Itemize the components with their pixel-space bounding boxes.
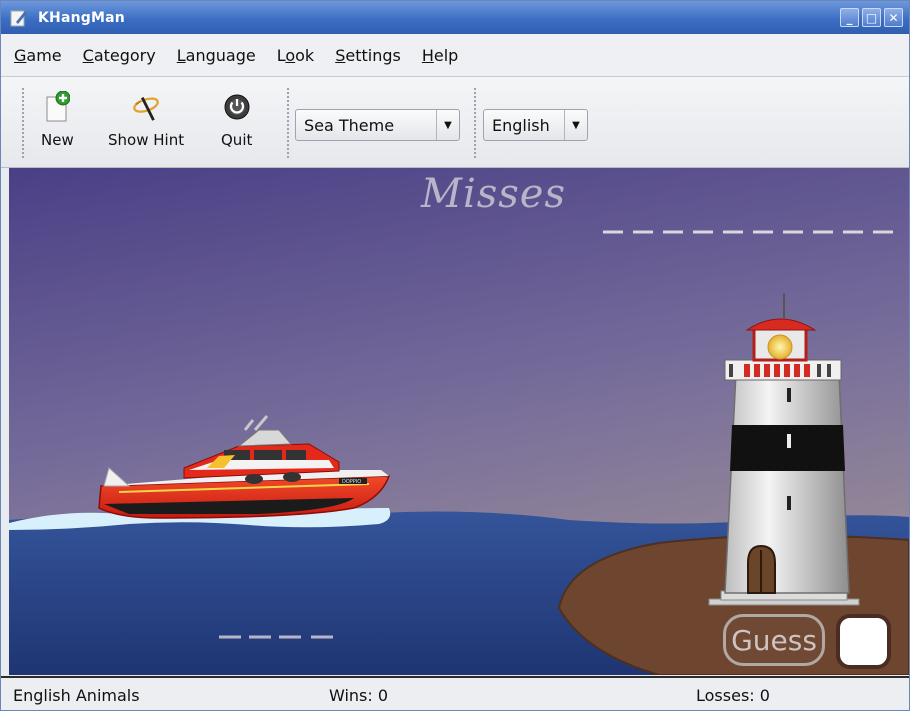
power-icon (222, 91, 252, 123)
menu-settings-rest: ettings (345, 45, 401, 65)
toolbar: New Show Hint Quit Sea Theme ▼ English ▼ (1, 77, 909, 168)
new-label: New (41, 131, 74, 149)
language-select-value: English (492, 115, 550, 135)
menu-settings-mnemonic: S (335, 45, 346, 65)
sea-theme-background: DOPPIO (9, 168, 909, 675)
guess-button[interactable]: Guess (723, 614, 825, 666)
theme-select-value: Sea Theme (304, 115, 395, 135)
menu-category[interactable]: Category (83, 46, 156, 65)
new-button[interactable]: New (41, 91, 74, 149)
menu-language-rest: anguage (185, 45, 256, 65)
guess-input[interactable] (836, 614, 891, 669)
chevron-down-icon: ▼ (436, 110, 459, 140)
menu-look[interactable]: Look (277, 46, 315, 65)
window-title: KHangMan (38, 9, 125, 26)
menu-settings[interactable]: Settings (335, 46, 401, 65)
show-hint-button[interactable]: Show Hint (108, 91, 184, 149)
maximize-icon: □ (865, 10, 878, 25)
chevron-down-icon: ▼ (564, 110, 587, 140)
menu-game[interactable]: Game (14, 46, 62, 65)
theme-select[interactable]: Sea Theme ▼ (295, 109, 460, 141)
menu-help[interactable]: Help (422, 46, 458, 65)
minimize-button[interactable]: _ (840, 8, 859, 27)
menu-help-mnemonic: H (421, 45, 434, 65)
quit-label: Quit (221, 131, 253, 149)
guess-label: Guess (731, 623, 817, 657)
status-bar: English Animals Wins: 0 Losses: 0 (1, 676, 909, 710)
menu-bar: Game Category Language Look Settings Hel… (1, 34, 909, 77)
menu-language-mnemonic: L (176, 45, 186, 65)
toolbar-grip[interactable] (473, 87, 478, 159)
magic-wand-icon (131, 91, 161, 123)
show-hint-label: Show Hint (108, 131, 185, 149)
menu-category-mnemonic: C (82, 45, 94, 65)
close-button[interactable]: ✕ (884, 8, 903, 27)
boat-name: DOPPIO (342, 479, 361, 485)
minimize-icon: _ (846, 10, 853, 25)
maximize-button[interactable]: □ (862, 8, 881, 27)
menu-game-rest: ame (26, 45, 62, 65)
menu-game-mnemonic: G (14, 45, 27, 65)
quit-button[interactable]: Quit (221, 91, 252, 149)
window-controls: _ □ ✕ (840, 8, 903, 27)
menu-language[interactable]: Language (177, 46, 256, 65)
close-icon: ✕ (888, 10, 899, 25)
misses-label: Misses (421, 171, 567, 217)
status-wins: Wins: 0 (329, 686, 389, 705)
game-scene: DOPPIO Misses Guess (9, 168, 909, 675)
menu-category-rest: ategory (93, 45, 156, 65)
toolbar-grip[interactable] (286, 87, 291, 159)
menu-help-rest: elp (433, 45, 459, 65)
title-bar[interactable]: KHangMan _ □ ✕ (1, 1, 909, 34)
new-document-icon (42, 91, 72, 123)
menu-look-rest: ok (295, 45, 315, 65)
language-select[interactable]: English ▼ (483, 109, 588, 141)
status-losses: Losses: 0 (696, 686, 770, 705)
app-icon (10, 10, 27, 26)
status-language-category: English Animals (13, 686, 140, 705)
khangman-window: KHangMan _ □ ✕ Game Category Language Lo… (0, 0, 910, 711)
toolbar-grip[interactable] (21, 87, 26, 159)
menu-look-mnemonic: o (285, 45, 296, 65)
